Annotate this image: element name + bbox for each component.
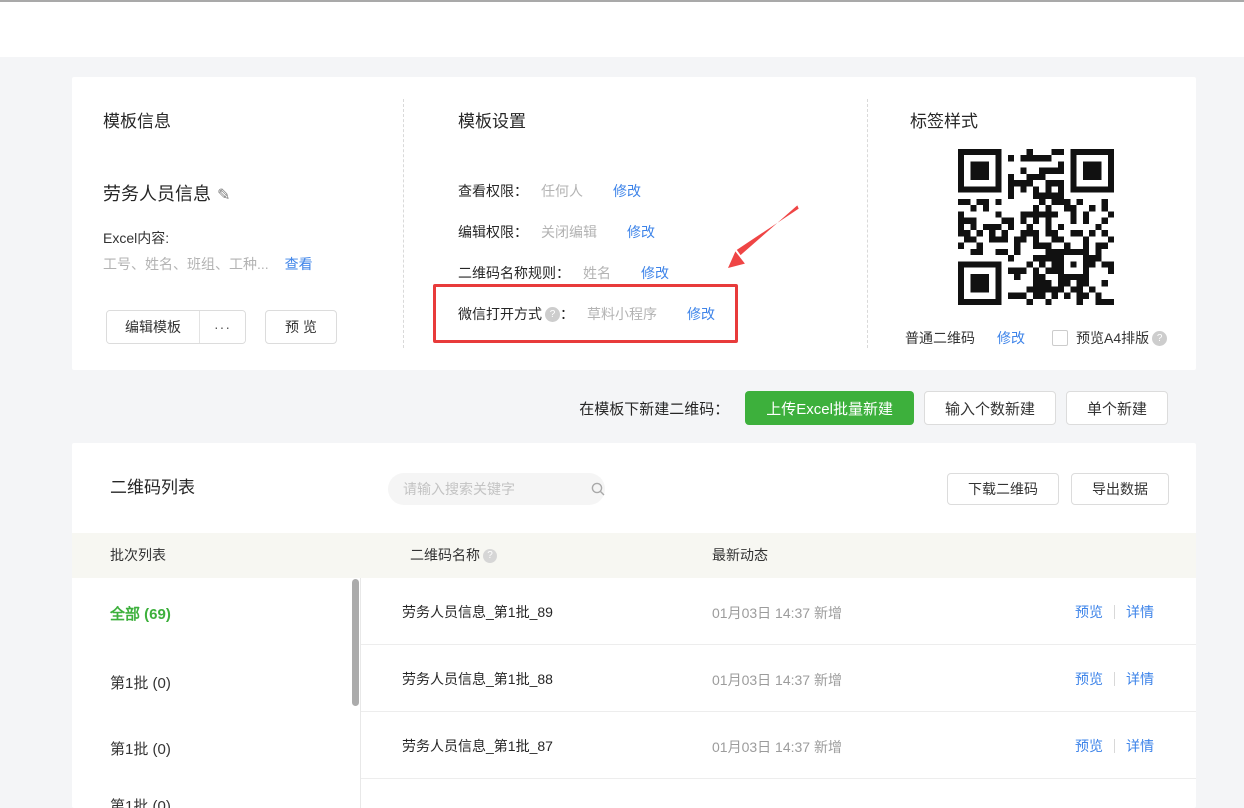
qr-code-image [950,141,1122,313]
qr-list-card: 二维码列表 下载二维码 导出数据 批次列表 二维码名称? 最新动态 全部 (69… [72,443,1196,808]
create-bar: 在模板下新建二维码： 上传Excel批量新建 输入个数新建 单个新建 [579,391,1168,425]
header-strip [0,0,1244,57]
setting-row-name-rule: 二维码名称规则： 姓名 修改 [458,263,669,283]
setting-row-view-permission: 查看权限： 任何人 修改 [458,181,641,201]
upload-excel-batch-create-button[interactable]: 上传Excel批量新建 [745,391,914,425]
divider [403,99,404,348]
template-buttons: 编辑模板 ··· 预 览 [106,310,337,344]
export-data-button[interactable]: 导出数据 [1071,473,1169,505]
help-icon[interactable]: ? [1152,330,1168,346]
link-divider [1114,739,1115,753]
detail-link[interactable]: 详情 [1126,669,1154,689]
template-settings-title: 模板设置 [458,112,526,131]
detail-link[interactable]: 详情 [1126,602,1154,622]
template-name-text: 劳务人员信息 [103,184,211,204]
row-links: 预览 详情 [1075,669,1154,689]
list-action-buttons: 下载二维码 导出数据 [947,473,1169,505]
divider [867,99,868,348]
edit-template-button[interactable]: 编辑模板 [107,311,199,343]
setting-colon: ： [560,306,574,322]
table-header: 批次列表 二维码名称? 最新动态 [72,533,1196,578]
search-box [388,473,605,505]
setting-row-wechat-open-mode: 微信打开方式 ? ： 草料小程序 修改 [458,304,715,324]
edit-name-icon[interactable]: ✎ [217,185,230,205]
preview-link[interactable]: 预览 [1075,736,1103,756]
edit-template-button-group: 编辑模板 ··· [106,310,246,344]
setting-label: 编辑权限： [458,224,528,240]
qr-activity: 01月03日 14:37 新增 [712,739,842,755]
page: 模板信息 劳务人员信息 ✎ Excel内容: 工号、姓名、班组、工种... 查看 编… [0,0,1244,808]
detail-link[interactable]: 详情 [1126,736,1154,756]
a4-preview-checkbox[interactable] [1052,330,1068,346]
table-row: 劳务人员信息_第1批_88 01月03日 14:37 新增 预览 详情 [361,645,1196,712]
create-by-count-button[interactable]: 输入个数新建 [923,391,1056,425]
batch-item-all[interactable]: 全部 (69) [110,603,171,623]
qr-activity: 01月03日 14:37 新增 [712,605,842,621]
setting-value: 任何人 [541,183,583,199]
setting-row-edit-permission: 编辑权限： 关闭编辑 修改 [458,222,655,242]
qr-activity: 01月03日 14:37 新增 [712,672,842,688]
link-divider [1114,605,1115,619]
modify-link[interactable]: 修改 [641,263,669,283]
row-links: 预览 详情 [1075,736,1154,756]
a4-preview-label: 预览A4排版 [1076,330,1150,346]
help-icon[interactable]: ? [545,306,560,322]
qr-name: 劳务人员信息_第1批_88 [402,671,553,687]
batch-item[interactable]: 第1批 (0) [110,672,171,692]
qr-code-svg [958,149,1114,305]
preview-link[interactable]: 预览 [1075,669,1103,689]
setting-label: 查看权限： [458,183,528,199]
setting-label: 二维码名称规则： [458,265,570,281]
qr-name: 劳务人员信息_第1批_87 [402,738,553,754]
column-batch-list: 批次列表 [110,547,166,563]
table-row: 劳务人员信息_第1批_87 01月03日 14:37 新增 预览 详情 [361,712,1196,779]
batch-list-scrollbar[interactable] [352,579,359,706]
search-icon[interactable] [590,481,606,497]
search-input[interactable] [388,473,590,505]
template-info-title: 模板信息 [103,112,171,131]
preview-button[interactable]: 预 览 [265,310,337,344]
setting-value: 姓名 [583,265,611,281]
excel-fields: 工号、姓名、班组、工种... 查看 [103,254,313,274]
create-bar-label: 在模板下新建二维码： [579,400,730,418]
modify-link[interactable]: 修改 [613,181,641,201]
preview-link[interactable]: 预览 [1075,602,1103,622]
setting-label: 微信打开方式 [458,306,542,322]
setting-value: 草料小程序 [587,306,657,322]
excel-fields-text: 工号、姓名、班组、工种... [103,256,269,272]
more-actions-button[interactable]: ··· [199,311,245,343]
label-style-row: 普通二维码 修改 预览A4排版 ? [905,328,1168,348]
create-single-button[interactable]: 单个新建 [1065,391,1168,425]
qr-name: 劳务人员信息_第1批_89 [402,604,553,620]
view-link[interactable]: 查看 [285,256,313,272]
modify-link[interactable]: 修改 [627,222,655,242]
table-row [361,779,1196,808]
template-name: 劳务人员信息 ✎ [103,180,230,206]
qr-list-title: 二维码列表 [110,478,195,497]
table-row: 劳务人员信息_第1批_89 01月03日 14:37 新增 预览 详情 [361,578,1196,645]
link-divider [1114,672,1115,686]
column-qr-name-text: 二维码名称 [410,547,480,563]
modify-link[interactable]: 修改 [687,304,715,324]
excel-content-label: Excel内容: [103,230,170,246]
column-qr-name: 二维码名称? [410,533,497,578]
template-card: 模板信息 劳务人员信息 ✎ Excel内容: 工号、姓名、班组、工种... 查看 编… [72,77,1196,370]
row-links: 预览 详情 [1075,602,1154,622]
setting-value: 关闭编辑 [541,224,597,240]
download-qr-button[interactable]: 下载二维码 [947,473,1059,505]
qr-type-text: 普通二维码 [905,330,975,346]
batch-item[interactable]: 第1批 (0) [110,738,171,758]
column-latest-activity: 最新动态 [712,547,768,563]
qr-rows: 劳务人员信息_第1批_89 01月03日 14:37 新增 预览 详情 劳务人员信… [361,578,1196,808]
help-icon[interactable]: ? [483,548,497,563]
modify-style-link[interactable]: 修改 [997,328,1025,348]
label-style-title: 标签样式 [910,112,978,131]
batch-item[interactable]: 第1批 (0) [110,795,171,808]
